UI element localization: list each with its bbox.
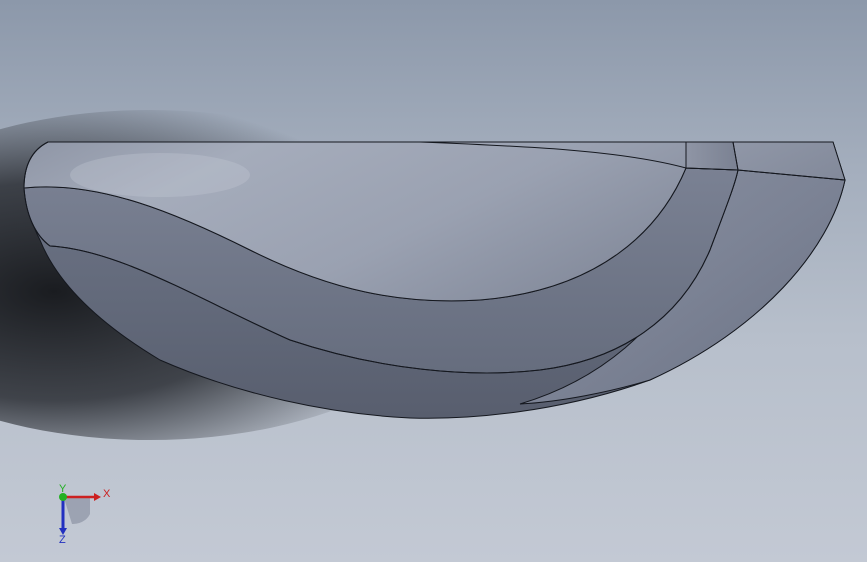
x-axis-label: X [103,488,111,500]
graphics-viewport[interactable]: X Y Z [0,0,867,562]
z-axis-label: Z [59,534,66,546]
x-axis-head [94,493,101,501]
top-highlight [70,153,250,197]
reference-triad: X Y Z [59,484,111,546]
model-view[interactable] [0,0,867,562]
triad-shadow [64,498,90,524]
y-axis-label: Y [59,484,67,495]
cap-strip [685,141,739,171]
